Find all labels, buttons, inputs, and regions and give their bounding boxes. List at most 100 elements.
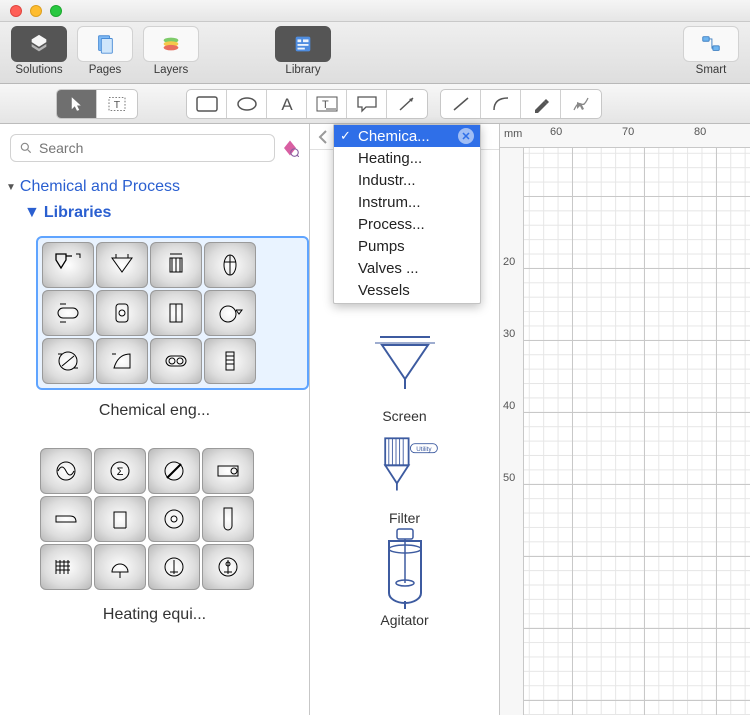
text-select-tool[interactable]: T (97, 90, 137, 118)
dropdown-item[interactable]: Vessels (334, 279, 480, 301)
shape-screen[interactable]: Screen (369, 330, 441, 424)
ruler-horizontal: mm 60 70 80 (500, 124, 750, 148)
tree-category[interactable]: ▼ Chemical and Process (0, 168, 309, 200)
rectangle-icon (196, 96, 218, 112)
bezier-tool[interactable] (561, 90, 601, 118)
ruler-mark: 80 (694, 126, 706, 138)
smart-tab[interactable]: Smart (680, 26, 742, 76)
dropdown-item[interactable]: Industr... (334, 169, 480, 191)
textbox-tool[interactable]: T (307, 90, 347, 118)
dropdown-remove-icon[interactable]: ✕ (458, 128, 474, 144)
text-tool[interactable]: A (267, 90, 307, 118)
drawing-canvas[interactable]: mm 60 70 80 20 30 40 50 (500, 124, 750, 715)
ellipse-tool[interactable] (227, 90, 267, 118)
shape-filter[interactable]: Utility Filter (369, 432, 441, 526)
shape-thumb (94, 544, 146, 590)
dropdown-item[interactable]: Instrum... (334, 191, 480, 213)
pointer-tool[interactable] (57, 90, 97, 118)
search-icon (19, 141, 33, 155)
dropdown-item-label: Valves ... (358, 260, 419, 277)
library-group-heating[interactable]: Σ (36, 444, 309, 594)
library-group-chemical[interactable] (36, 236, 309, 390)
dropdown-item-label: Instrum... (358, 194, 421, 211)
dropdown-item-label: Vessels (358, 282, 410, 299)
bezier-icon (571, 95, 591, 113)
tree-category-label: Chemical and Process (20, 178, 180, 196)
agitator-shape-icon (375, 527, 435, 613)
shape-thumb (202, 448, 254, 494)
check-icon: ✓ (340, 128, 351, 144)
dropdown-item-label: Chemica... (358, 128, 430, 145)
line-icon (451, 95, 471, 113)
pen-tool[interactable] (521, 90, 561, 118)
library-label: Library (285, 64, 320, 76)
pointer-icon (68, 95, 86, 113)
main-toolbar: Solutions Pages Layers Library Smart (0, 22, 750, 84)
ruler-mark: 50 (503, 472, 515, 484)
solutions-panel: ▼Chemical and Process ▼Libraries Chemica… (0, 124, 310, 715)
dropdown-item[interactable]: ✓ Chemica... ✕ (334, 125, 480, 147)
smart-icon (700, 33, 722, 55)
dropdown-item[interactable]: Valves ... (334, 257, 480, 279)
arrow-icon (397, 95, 417, 113)
dropdown-item-label: Heating... (358, 150, 422, 167)
shape-thumb (96, 290, 148, 336)
ruler-mark: 30 (503, 328, 515, 340)
solutions-tab[interactable]: Solutions (8, 26, 70, 76)
filter-shape-icon: Utility (369, 429, 441, 507)
dropdown-item[interactable]: Heating... (334, 147, 480, 169)
dropdown-item[interactable]: Process... (334, 213, 480, 235)
shape-thumb (94, 496, 146, 542)
shape-toolbar: T A T (0, 84, 750, 124)
disclosure-triangle-icon: ▼ (6, 182, 16, 193)
shape-agitator[interactable]: Agitator (369, 534, 441, 628)
shape-thumb (202, 544, 254, 590)
library-dropdown[interactable]: ✓ Chemica... ✕ Heating... Industr... Ins… (333, 124, 481, 304)
rectangle-tool[interactable] (187, 90, 227, 118)
shape-thumb: Σ (94, 448, 146, 494)
library-icon (292, 33, 314, 55)
dropdown-item[interactable]: Pumps (334, 235, 480, 257)
maximize-window-button[interactable] (50, 5, 62, 17)
solutions-filter-icon[interactable] (281, 139, 299, 157)
close-window-button[interactable] (10, 5, 22, 17)
svg-text:A: A (281, 95, 293, 113)
shape-thumb (204, 338, 256, 384)
ruler-mark: 20 (503, 256, 515, 268)
tree-libraries[interactable]: ▼Libraries (0, 200, 309, 230)
ruler-mark: 40 (503, 400, 515, 412)
svg-text:Σ: Σ (117, 466, 124, 478)
shape-thumb (150, 290, 202, 336)
shape-thumb (148, 544, 200, 590)
dropdown-item-label: Pumps (358, 238, 405, 255)
svg-text:T: T (114, 100, 121, 111)
minimize-window-button[interactable] (30, 5, 42, 17)
shape-thumb (204, 242, 256, 288)
shape-thumb (96, 338, 148, 384)
disclosure-triangle-icon: ▼ (24, 204, 40, 222)
shape-thumb (148, 496, 200, 542)
shape-label: Filter (389, 510, 420, 526)
callout-tool[interactable] (347, 90, 387, 118)
pages-tab[interactable]: Pages (74, 26, 136, 76)
search-input[interactable] (39, 140, 266, 156)
shape-thumb (202, 496, 254, 542)
smart-label: Smart (696, 64, 727, 76)
library-tab[interactable]: Library (272, 26, 334, 76)
shape-thumb (42, 338, 94, 384)
pages-label: Pages (89, 64, 122, 76)
ruler-mark: 60 (550, 126, 562, 138)
line-tool[interactable] (441, 90, 481, 118)
search-field[interactable] (10, 134, 275, 162)
library-caption: Heating equi... (0, 600, 309, 642)
layers-tab[interactable]: Layers (140, 26, 202, 76)
pen-icon (532, 95, 550, 113)
shape-thumb (150, 338, 202, 384)
shape-thumb (42, 290, 94, 336)
arrow-tool[interactable] (387, 90, 427, 118)
callout-icon (356, 95, 378, 113)
ellipse-icon (236, 96, 258, 112)
tree-libraries-label: Libraries (44, 204, 112, 222)
shape-thumb (40, 544, 92, 590)
arc-tool[interactable] (481, 90, 521, 118)
